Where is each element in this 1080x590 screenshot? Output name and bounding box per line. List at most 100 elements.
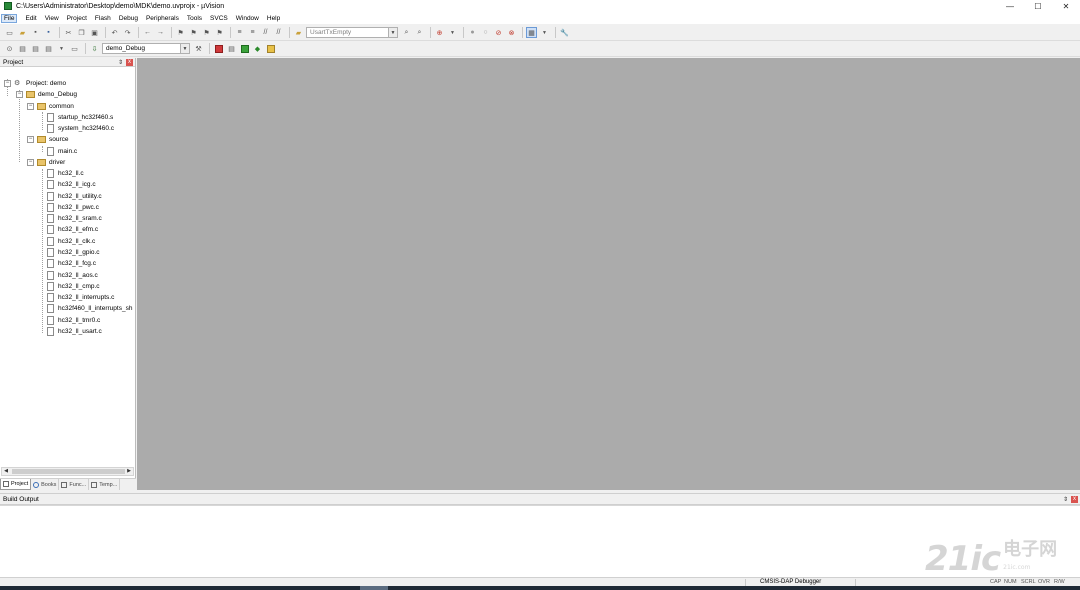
scrollbar-thumb[interactable] (12, 469, 125, 474)
tab-books[interactable]: Books (31, 479, 60, 490)
menu-tools[interactable]: Tools (187, 15, 202, 22)
tree-node-file[interactable]: hc32_ll_gpio.c (47, 247, 100, 258)
indent-icon[interactable]: ≡ (234, 27, 245, 38)
tree-node-project-root[interactable]: − ⚙ Project: demo (4, 78, 66, 89)
batch-build-icon[interactable]: ▤ (43, 43, 54, 54)
tree-node-target[interactable]: − demo_Debug (16, 89, 77, 100)
tree-node-file[interactable]: hc32_ll.c (47, 168, 84, 179)
minimize-button[interactable]: — (996, 0, 1024, 12)
redo-icon[interactable]: ↷ (122, 27, 133, 38)
menu-debug[interactable]: Debug (119, 15, 138, 22)
new-file-icon[interactable]: ▭ (4, 27, 15, 38)
menu-file[interactable]: File (1, 13, 18, 23)
tab-templates[interactable]: Temp... (89, 479, 121, 490)
copy-icon[interactable]: ❐ (76, 27, 87, 38)
chevron-down-icon[interactable]: ▼ (539, 27, 550, 38)
find-in-files-icon[interactable]: ▰ (293, 27, 304, 38)
save-icon[interactable]: ▪ (30, 27, 41, 38)
open-folder-icon[interactable]: ▰ (17, 27, 28, 38)
undo-icon[interactable]: ↶ (109, 27, 120, 38)
tree-node-file[interactable]: hc32f460_ll_interrupts_sh (47, 303, 132, 314)
pin-icon[interactable]: ⇕ (118, 59, 123, 66)
tree-node-file[interactable]: main.c (47, 146, 77, 157)
tree-node-file[interactable]: hc32_ll_tmr0.c (47, 315, 100, 326)
tree-node-file[interactable]: hc32_ll_interrupts.c (47, 292, 114, 303)
tree-node-file[interactable]: hc32_ll_aos.c (47, 270, 98, 281)
collapse-icon[interactable]: − (27, 159, 34, 166)
manage-components-icon[interactable] (213, 43, 224, 54)
tree-node-file[interactable]: hc32_ll_fcg.c (47, 258, 96, 269)
incremental-find-icon[interactable]: ⌕ (414, 27, 425, 38)
enable-breakpoint-icon[interactable]: ○ (480, 27, 491, 38)
menu-window[interactable]: Window (236, 15, 259, 22)
kill-breakpoints-icon[interactable]: ⊗ (506, 27, 517, 38)
window-layout-icon[interactable]: ▦ (526, 27, 537, 38)
tree-node-group-driver[interactable]: − driver (27, 157, 65, 168)
scroll-right-icon[interactable]: ▶ (125, 468, 133, 475)
target-combo[interactable]: demo_Debug ▼ (102, 43, 190, 54)
next-bookmark-icon[interactable]: ⚑ (201, 27, 212, 38)
tree-node-file[interactable]: hc32_ll_pwc.c (47, 202, 99, 213)
close-panel-button[interactable]: x (126, 58, 133, 66)
paste-icon[interactable]: ▣ (89, 27, 100, 38)
chevron-down-icon[interactable]: ▼ (56, 43, 67, 54)
stop-build-icon[interactable]: ▭ (69, 43, 80, 54)
debug-session-icon[interactable]: ⊕ (434, 27, 445, 38)
configure-icon[interactable]: 🔧 (559, 27, 570, 38)
run-time-env-icon[interactable] (265, 43, 276, 54)
menu-peripherals[interactable]: Peripherals (146, 15, 179, 22)
collapse-icon[interactable]: − (16, 91, 23, 98)
menu-svcs[interactable]: SVCS (210, 15, 228, 22)
chevron-down-icon[interactable]: ▼ (388, 28, 397, 37)
navigate-forward-icon[interactable]: → (155, 27, 166, 38)
tree-node-file[interactable]: hc32_ll_utility.c (47, 191, 102, 202)
horizontal-scrollbar[interactable]: ◀ ▶ (1, 467, 134, 476)
editor-area[interactable] (137, 58, 1080, 490)
manage-project-icon[interactable]: ◆ (252, 43, 263, 54)
chevron-down-icon[interactable]: ▼ (447, 27, 458, 38)
collapse-icon[interactable]: − (27, 103, 34, 110)
select-packs-icon[interactable]: ▤ (226, 43, 237, 54)
build-output-text[interactable] (0, 505, 1080, 578)
menu-view[interactable]: View (45, 15, 59, 22)
collapse-icon[interactable]: − (4, 80, 11, 87)
save-all-icon[interactable]: ▪ (43, 27, 54, 38)
tree-node-file[interactable]: hc32_ll_efm.c (47, 224, 98, 235)
maximize-button[interactable]: ☐ (1024, 0, 1052, 12)
tree-node-file[interactable]: startup_hc32f460.s (47, 112, 113, 123)
bookmark-icon[interactable]: ⚑ (175, 27, 186, 38)
function-combo[interactable]: UsartTxEmpty ▼ (306, 27, 398, 38)
chevron-down-icon[interactable]: ▼ (180, 44, 189, 53)
menu-flash[interactable]: Flash (95, 15, 111, 22)
navigate-back-icon[interactable]: ← (142, 27, 153, 38)
tab-project[interactable]: Project (0, 479, 32, 490)
tree-node-file[interactable]: hc32_ll_clk.c (47, 236, 95, 247)
disable-breakpoints-icon[interactable]: ⊘ (493, 27, 504, 38)
rebuild-icon[interactable]: ▤ (30, 43, 41, 54)
tree-node-file[interactable]: system_hc32f460.c (47, 123, 114, 134)
tree-node-file[interactable]: hc32_ll_usart.c (47, 326, 102, 337)
download-icon[interactable]: ⇩ (89, 43, 100, 54)
pin-icon[interactable]: ⇕ (1063, 496, 1068, 503)
taskbar-active-item[interactable] (360, 586, 388, 590)
tree-node-file[interactable]: hc32_ll_cmp.c (47, 281, 100, 292)
clear-bookmarks-icon[interactable]: ⚑ (214, 27, 225, 38)
tree-node-group-source[interactable]: − source (27, 134, 69, 145)
target-options-icon[interactable]: ⚒ (193, 43, 204, 54)
tree-node-group-common[interactable]: − common (27, 101, 74, 112)
pack-installer-icon[interactable] (239, 43, 250, 54)
prev-bookmark-icon[interactable]: ⚑ (188, 27, 199, 38)
scroll-left-icon[interactable]: ◀ (2, 468, 10, 475)
close-panel-button[interactable]: x (1071, 495, 1078, 503)
translate-icon[interactable]: ⊙ (4, 43, 15, 54)
tab-functions[interactable]: Func... (59, 479, 90, 490)
collapse-icon[interactable]: − (27, 136, 34, 143)
find-icon[interactable]: ⌕ (401, 27, 412, 38)
menu-edit[interactable]: Edit (25, 15, 36, 22)
unindent-icon[interactable]: ≡ (247, 27, 258, 38)
insert-breakpoint-icon[interactable]: ● (467, 27, 478, 38)
cut-icon[interactable]: ✂ (63, 27, 74, 38)
menu-project[interactable]: Project (67, 15, 87, 22)
tree-node-file[interactable]: hc32_ll_sram.c (47, 213, 102, 224)
close-window-button[interactable]: ✕ (1052, 0, 1080, 12)
